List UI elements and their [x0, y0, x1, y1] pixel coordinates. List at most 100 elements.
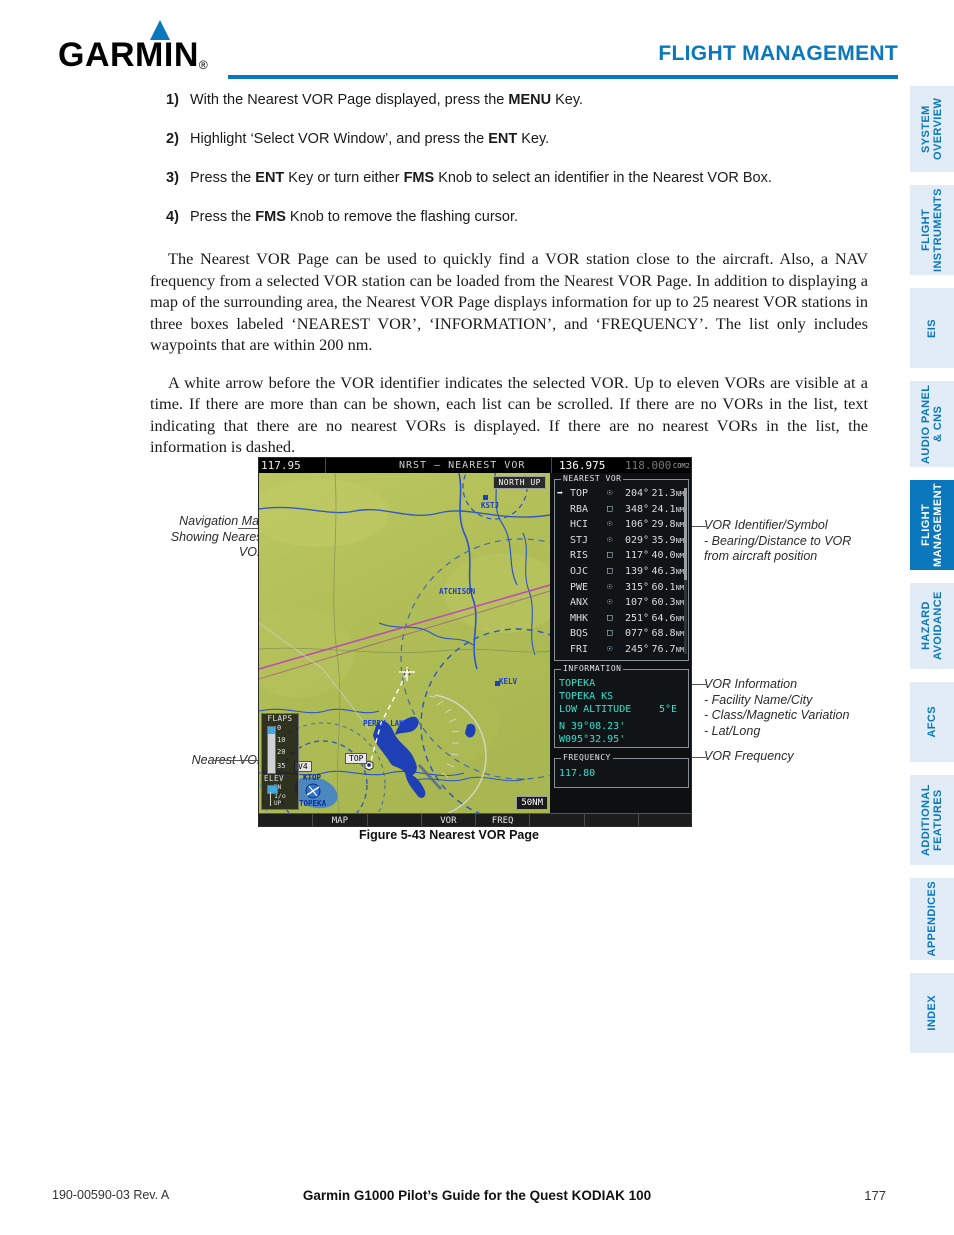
chapter-tab-afcs[interactable]: AFCS: [910, 682, 954, 762]
info-longitude: W095°32.95': [559, 734, 626, 745]
frequency-value[interactable]: 117.80: [559, 768, 595, 779]
vor-symbol-icon: □: [607, 628, 613, 639]
nearest-vor-row[interactable]: FRI ☉ 245° 76.7NM: [555, 643, 688, 659]
info-magnetic-variation: 5°E: [658, 704, 677, 715]
vor-symbol-icon: ☉: [607, 488, 613, 498]
vor-bearing: 139°: [625, 565, 650, 577]
elev-up-label: UP: [274, 800, 282, 807]
body-paragraph: The Nearest VOR Page can be used to quic…: [150, 249, 868, 354]
com-channel-label: COM2: [673, 462, 690, 470]
navigation-map[interactable]: NORTH UP KSTJ ATCHISON KELV PERRY LAKE T…: [259, 473, 550, 813]
vor-bearing: 204°: [625, 488, 650, 499]
softkey-vor[interactable]: VOR: [422, 814, 476, 826]
page-content: 1) With the Nearest VOR Page displayed, p…: [0, 92, 898, 474]
nearest-vor-row[interactable]: OJC □ 139° 46.3NM: [555, 565, 688, 581]
vor-identifier: TOP: [570, 488, 589, 499]
flaps-tick-10: 10: [277, 736, 286, 744]
map-orientation-chip[interactable]: NORTH UP: [493, 476, 546, 489]
g1000-top-bar: 117.95 NRST – NEAREST VOR 136.975 118.00…: [259, 458, 691, 473]
nearest-vor-row[interactable]: MHK □ 251° 64.6NM: [555, 612, 688, 628]
nearest-vor-row[interactable]: ANX ☉ 107° 60.3NM: [555, 596, 688, 612]
nearest-vor-box-title: NEAREST VOR: [561, 474, 624, 483]
nearest-vor-row[interactable]: HCI ☉ 106° 29.8NM: [555, 518, 688, 534]
callout-vor-identifier: VOR Identifier/Symbol - Bearing/Distance…: [704, 518, 852, 563]
map-label-perry-lake: PERRY LAKE: [363, 719, 409, 728]
info-latitude: N 39°08.23': [559, 721, 626, 732]
chapter-tab-flight-management[interactable]: FLIGHT MANAGEMENT: [910, 480, 954, 570]
vor-bearing: 117°: [625, 550, 650, 562]
garmin-triangle-icon: [150, 20, 170, 40]
nearest-vor-box[interactable]: NEAREST VOR ➡ TOP ☉ 204° 21.3NM RBA □ 348° 24.1N…: [554, 474, 689, 661]
vor-distance: 35.9NM: [651, 534, 684, 546]
nearest-vor-scrollbar[interactable]: [684, 488, 687, 654]
chapter-tab-index[interactable]: INDEX: [910, 973, 954, 1053]
step-number: 4): [166, 209, 179, 225]
g1000-mfd-screen[interactable]: 117.95 NRST – NEAREST VOR 136.975 118.00…: [258, 457, 692, 827]
vor-distance: 60.3NM: [651, 597, 684, 609]
vor-identifier: RIS: [570, 550, 589, 562]
nearest-vor-row[interactable]: BQS □ 077° 68.8NM: [555, 627, 688, 643]
vor-identifier: ANX: [570, 597, 589, 609]
page-number: 177: [864, 1188, 886, 1203]
vor-identifier: STJ: [570, 534, 589, 546]
vor-distance: 24.1NM: [651, 503, 684, 515]
map-range-chip[interactable]: 50NM: [516, 796, 548, 810]
flaps-gauge-fill: [268, 727, 275, 734]
softkey-empty: [368, 814, 422, 826]
procedure-step: 4) Press the FMS Knob to remove the flash…: [0, 209, 898, 226]
chapter-tab-appendices[interactable]: APPENDICES: [910, 878, 954, 960]
procedure-step: 1) With the Nearest VOR Page displayed, p…: [0, 92, 898, 109]
nearest-vor-row[interactable]: ➡ TOP ☉ 204° 21.3NM: [555, 487, 688, 503]
step-text: With the Nearest VOR Page displayed, pre…: [190, 92, 584, 108]
vor-symbol-icon: □: [607, 565, 613, 576]
nearest-vor-row[interactable]: PWE ☉ 315° 60.1NM: [555, 581, 688, 597]
chapter-tab-eis[interactable]: EIS: [910, 288, 954, 368]
g1000-softkey-bar[interactable]: MAP VOR FREQ: [259, 813, 691, 826]
elev-gauge-track: [270, 792, 271, 806]
vor-distance: 46.3NM: [651, 565, 684, 577]
nearest-vor-scrollbar-thumb[interactable]: [684, 488, 687, 580]
chapter-tab-hazard-avoidance[interactable]: HAZARD AVOIDANCE: [910, 583, 954, 669]
step-text: Press the FMS Knob to remove the flashin…: [190, 209, 519, 225]
chapter-tab-additional-features[interactable]: ADDITIONAL FEATURES: [910, 775, 954, 865]
chapter-tab-label: AFCS: [926, 706, 938, 738]
vor-identifier: OJC: [570, 565, 589, 577]
topbar-divider: [325, 458, 326, 473]
chapter-tab-audio-panel-cns[interactable]: AUDIO PANEL & CNS: [910, 381, 954, 467]
flaps-tick-0: 0: [277, 724, 282, 732]
callout-vor-frequency: VOR Frequency: [704, 749, 794, 763]
nearest-vor-row[interactable]: RIS □ 117° 40.0NM: [555, 549, 688, 565]
chapter-tab-system-overview[interactable]: SYSTEM OVERVIEW: [910, 86, 954, 172]
softkey-map[interactable]: MAP: [313, 814, 368, 826]
information-box[interactable]: INFORMATION TOPEKA TOPEKA KS LOW ALTITUD…: [554, 664, 689, 748]
vor-bearing: 029°: [625, 534, 650, 546]
vor-distance: 64.6NM: [651, 612, 684, 624]
chapter-tab-flight-instruments[interactable]: FLIGHT INSTRUMENTS: [910, 185, 954, 275]
page-footer: 190-00590-03 Rev. A Garmin G1000 Pilot’s…: [0, 1188, 954, 1218]
chapter-tab-label: AUDIO PANEL & CNS: [920, 384, 944, 464]
com-active-frequency: 136.975: [559, 459, 606, 472]
procedure-step: 3) Press the ENT Key or turn either FMS K…: [0, 170, 898, 187]
softkey-empty: [639, 814, 691, 826]
map-label-kstj: KSTJ: [481, 501, 500, 510]
figure-caption: Figure 5-43 Nearest VOR Page: [359, 828, 539, 842]
vor-bearing: 245°: [625, 643, 650, 655]
info-facility: TOPEKA: [559, 678, 596, 689]
chapter-tab-label: EIS: [926, 318, 938, 338]
page-header: GARMIN® FLIGHT MANAGEMENT: [0, 0, 954, 90]
flaps-tick-35: 35: [277, 762, 286, 770]
nav-frequency-display: 117.95: [261, 459, 301, 472]
frequency-box[interactable]: FREQUENCY 117.80: [554, 753, 689, 788]
registered-mark: ®: [198, 58, 208, 72]
map-waypoint-chip-top[interactable]: TOP: [345, 753, 368, 764]
vor-distance: 29.8NM: [651, 519, 684, 531]
vor-distance: 40.0NM: [651, 550, 684, 562]
vor-symbol-icon: ☉: [607, 643, 613, 654]
step-text: Press the ENT Key or turn either FMS Kno…: [190, 170, 772, 186]
nearest-vor-row[interactable]: STJ ☉ 029° 35.9NM: [555, 534, 688, 550]
elev-trim-pointer: [267, 785, 278, 794]
softkey-freq[interactable]: FREQ: [476, 814, 531, 826]
page-title-display: NRST – NEAREST VOR: [399, 460, 526, 471]
nearest-vor-row[interactable]: RBA □ 348° 24.1NM: [555, 503, 688, 519]
procedure-step-list: 1) With the Nearest VOR Page displayed, p…: [0, 92, 898, 226]
